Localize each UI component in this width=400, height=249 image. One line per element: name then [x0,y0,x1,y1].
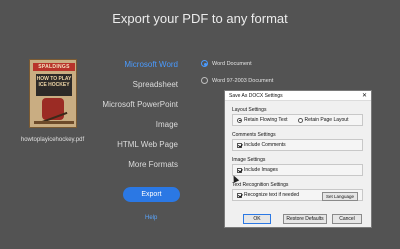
image-settings-group: Image Settings Include Images [232,157,363,176]
thumbnail-text: SPALDINGS [38,64,70,70]
set-language-button[interactable]: Set Language [322,191,358,201]
thumbnail-title: HOW TO PLAY ICE HOCKEY [36,76,72,88]
retain-page-layout-option[interactable]: Retain Page Layout [297,117,348,123]
radio-selected-icon[interactable] [237,117,242,123]
radio-selected-icon[interactable] [201,60,208,67]
text-recognition-group: Text Recognition Settings Recognize text… [232,182,363,201]
retain-flowing-text-option[interactable]: Retain Flowing Text [237,117,288,123]
format-more[interactable]: More Formats [102,160,178,180]
pdf-thumbnail[interactable]: SPALDINGS HOW TO PLAY ICE HOCKEY [29,59,77,128]
checkbox-checked-icon[interactable] [237,142,242,148]
word-document-option[interactable]: Word Document [201,60,252,67]
group-label: Text Recognition Settings [232,182,289,188]
export-button[interactable]: Export [123,187,180,202]
ok-button[interactable]: OK [243,214,271,224]
include-images-checkbox[interactable]: Include Images [237,167,278,173]
word-97-option[interactable]: Word 97-2003 Document [201,77,273,84]
include-comments-checkbox[interactable]: Include Comments [237,142,286,148]
radio-icon[interactable] [201,77,208,84]
cancel-button[interactable]: Cancel [332,214,362,224]
format-spreadsheet[interactable]: Spreadsheet [102,80,178,100]
checkbox-checked-icon[interactable] [237,192,242,198]
restore-defaults-button[interactable]: Restore Defaults [283,214,327,224]
file-name: howtoplayicehockey.pdf [20,137,85,143]
dialog-title: Save As DOCX Settings [229,93,283,99]
group-label: Comments Settings [232,132,276,138]
help-link[interactable]: Help [145,215,157,221]
option-label: Word 97-2003 Document [212,77,274,84]
format-microsoft-word[interactable]: Microsoft Word [102,60,178,80]
format-list: Microsoft Word Spreadsheet Microsoft Pow… [102,60,178,180]
close-icon[interactable]: ✕ [362,91,367,101]
format-image[interactable]: Image [102,120,178,140]
format-powerpoint[interactable]: Microsoft PowerPoint [102,100,178,120]
dialog-title-bar: Save As DOCX Settings ✕ [225,91,371,101]
comments-settings-group: Comments Settings Include Comments [232,132,363,151]
page-title: Export your PDF to any format [112,11,288,26]
checkbox-checked-icon[interactable] [237,167,242,173]
group-label: Image Settings [232,157,266,163]
option-label: Word Document [212,60,252,67]
radio-icon[interactable] [297,117,303,123]
docx-settings-dialog: Save As DOCX Settings ✕ Layout Settings … [224,90,372,228]
layout-settings-group: Layout Settings Retain Flowing Text Reta… [232,107,363,126]
format-html[interactable]: HTML Web Page [102,140,178,160]
recognize-text-checkbox[interactable]: Recognize text if needed [237,192,299,198]
group-label: Layout Settings [232,107,267,113]
